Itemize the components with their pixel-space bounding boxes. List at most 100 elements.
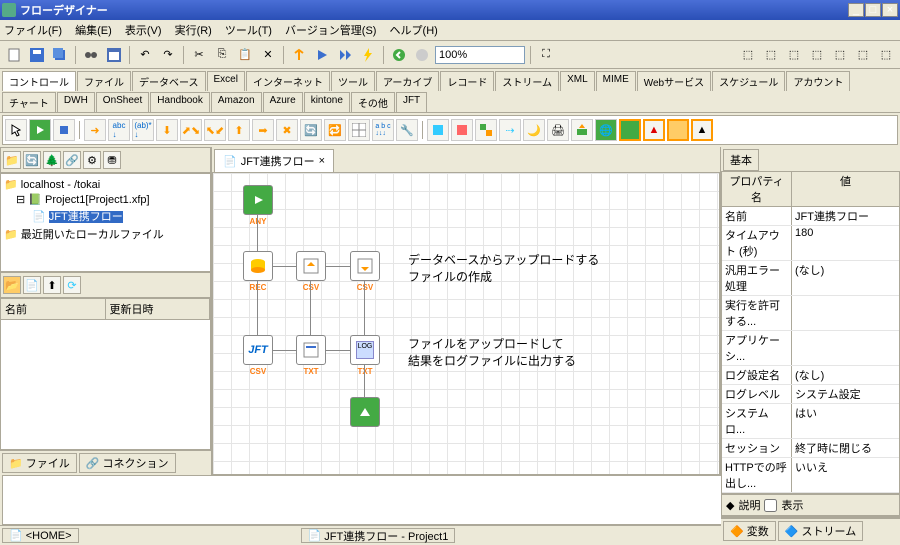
- tab-streams[interactable]: 🔷 ストリーム: [778, 521, 863, 541]
- start-node-icon[interactable]: [29, 119, 51, 141]
- category-tab[interactable]: ファイル: [77, 71, 131, 91]
- close-tab-icon[interactable]: ×: [319, 155, 325, 167]
- category-tab[interactable]: スケジュール: [712, 71, 785, 91]
- sort-icon[interactable]: a b c↓↓↓: [372, 119, 394, 141]
- debug-icon[interactable]: [289, 45, 309, 65]
- category-tab[interactable]: Webサービス: [637, 71, 711, 91]
- up-icon[interactable]: ⬆: [43, 276, 61, 294]
- abc-icon[interactable]: abc↓: [108, 119, 130, 141]
- tree-icon[interactable]: 🌲: [43, 151, 61, 169]
- category-tab[interactable]: OnSheet: [96, 92, 149, 112]
- arrow-icon[interactable]: ➜: [84, 119, 106, 141]
- sq-green-icon[interactable]: [619, 119, 641, 141]
- folder-icon[interactable]: 📁: [3, 151, 21, 169]
- end-node[interactable]: [350, 397, 380, 427]
- loop2-icon[interactable]: 🔁: [324, 119, 346, 141]
- tab-variables[interactable]: 🔶 変数: [723, 521, 776, 541]
- stop-node-icon[interactable]: [53, 119, 75, 141]
- tool-icon[interactable]: ⬚: [761, 45, 781, 65]
- forward-icon[interactable]: [412, 45, 432, 65]
- sq-up-icon[interactable]: ▲: [643, 119, 665, 141]
- txt-node-1[interactable]: TXT: [296, 335, 326, 365]
- save-icon[interactable]: [27, 45, 47, 65]
- globe-icon[interactable]: 🌐: [595, 119, 617, 141]
- category-tab[interactable]: Azure: [263, 92, 303, 112]
- menu-edit[interactable]: 編集(E): [75, 25, 112, 37]
- status-home[interactable]: 📄 <HOME>: [2, 528, 79, 543]
- grid-icon[interactable]: [104, 45, 124, 65]
- box2-icon[interactable]: [451, 119, 473, 141]
- binoculars-icon[interactable]: [81, 45, 101, 65]
- save-all-icon[interactable]: [50, 45, 70, 65]
- tree-project[interactable]: ⊟ 📗 Project1[Project1.xfp]: [4, 192, 207, 207]
- category-tab[interactable]: データベース: [132, 71, 206, 91]
- show-check[interactable]: [764, 499, 777, 512]
- fit-icon[interactable]: ⛶: [536, 45, 556, 65]
- tree-recent[interactable]: 📁 最近開いたローカルファイル: [4, 225, 207, 243]
- lightning-icon[interactable]: [358, 45, 378, 65]
- category-tab[interactable]: インターネット: [246, 71, 330, 91]
- sq-up2-icon[interactable]: ▲: [691, 119, 713, 141]
- menu-tool[interactable]: ツール(T): [225, 25, 272, 37]
- category-tab[interactable]: JFT: [396, 92, 427, 112]
- category-tab[interactable]: XML: [560, 71, 595, 91]
- link-icon[interactable]: 🔗: [63, 151, 81, 169]
- status-flow[interactable]: 📄 JFT連携フロー - Project1: [301, 528, 456, 543]
- col-name[interactable]: 名前: [1, 299, 106, 319]
- print-icon[interactable]: 🖨: [547, 119, 569, 141]
- loop-icon[interactable]: 🔄: [300, 119, 322, 141]
- minimize-button[interactable]: _: [848, 3, 864, 17]
- arrow-down-icon[interactable]: ⬇: [156, 119, 178, 141]
- category-tab[interactable]: DWH: [57, 92, 95, 112]
- run-icon[interactable]: [312, 45, 332, 65]
- category-tab[interactable]: コントロール: [2, 71, 76, 91]
- category-tab[interactable]: アーカイブ: [376, 71, 439, 91]
- redo-icon[interactable]: ↷: [158, 45, 178, 65]
- zoom-select[interactable]: [435, 46, 525, 64]
- cursor-icon[interactable]: [5, 119, 27, 141]
- tree-flow[interactable]: 📄 JFT連携フロー: [4, 207, 207, 225]
- boxes-icon[interactable]: [475, 119, 497, 141]
- start-node[interactable]: ANY: [243, 185, 273, 215]
- menu-version[interactable]: バージョン管理(S): [285, 25, 376, 37]
- arrow2-icon[interactable]: ⇢: [499, 119, 521, 141]
- refresh2-icon[interactable]: ⟳: [63, 276, 81, 294]
- back-icon[interactable]: [389, 45, 409, 65]
- refresh-icon[interactable]: 🔄: [23, 151, 41, 169]
- csv-node-1[interactable]: CSV: [296, 251, 326, 281]
- txt-node-2[interactable]: LOGTXT: [350, 335, 380, 365]
- db-node[interactable]: REC: [243, 251, 273, 281]
- flow-canvas[interactable]: ANY REC CSV CSV JFTCSV TXT LOGTXT データベース…: [212, 172, 720, 475]
- undo-icon[interactable]: ↶: [135, 45, 155, 65]
- category-tab[interactable]: ストリーム: [495, 71, 559, 91]
- delete-icon[interactable]: ✕: [258, 45, 278, 65]
- arrow-up-icon[interactable]: ⬆: [228, 119, 250, 141]
- tool-icon[interactable]: ⬚: [738, 45, 758, 65]
- sq-tool-icon[interactable]: [667, 119, 689, 141]
- maximize-button[interactable]: □: [865, 3, 881, 17]
- jft-node[interactable]: JFTCSV: [243, 335, 273, 365]
- tree-root[interactable]: 📁 localhost - /tokai: [4, 177, 207, 192]
- paste-icon[interactable]: 📋: [235, 45, 255, 65]
- file-list[interactable]: 名前 更新日時: [0, 298, 211, 450]
- category-tab[interactable]: アカウント: [786, 71, 850, 91]
- abc2-icon[interactable]: (ab)*↓: [132, 119, 154, 141]
- arrow-join-icon[interactable]: ⬉⬋: [204, 119, 226, 141]
- category-tab[interactable]: MIME: [596, 71, 636, 91]
- col-date[interactable]: 更新日時: [106, 299, 211, 319]
- menu-view[interactable]: 表示(V): [125, 25, 162, 37]
- arrow-cross-icon[interactable]: ✖: [276, 119, 298, 141]
- out-icon[interactable]: [571, 119, 593, 141]
- menu-run[interactable]: 実行(R): [175, 25, 212, 37]
- table-icon[interactable]: [348, 119, 370, 141]
- category-tab[interactable]: Excel: [207, 71, 245, 91]
- csv-node-2[interactable]: CSV: [350, 251, 380, 281]
- arrow-right-icon[interactable]: ➡: [252, 119, 274, 141]
- menu-file[interactable]: ファイル(F): [4, 25, 62, 37]
- project-tree[interactable]: 📁 localhost - /tokai ⊟ 📗 Project1[Projec…: [0, 173, 211, 272]
- category-tab[interactable]: チャート: [2, 92, 56, 112]
- moon-icon[interactable]: 🌙: [523, 119, 545, 141]
- property-table[interactable]: プロパティ名値 名前JFT連携フロータイムアウト (秒)180汎用エラー処理(な…: [721, 171, 900, 494]
- category-tab[interactable]: Amazon: [211, 92, 262, 112]
- tool-icon[interactable]: ⬚: [784, 45, 804, 65]
